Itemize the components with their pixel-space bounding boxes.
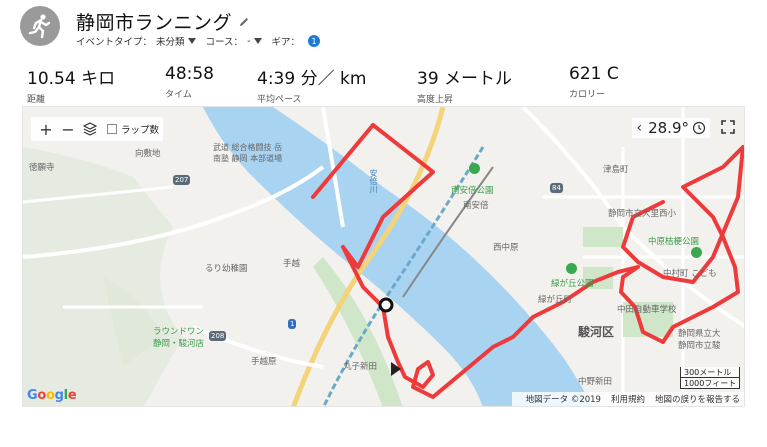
stat-elevation-gain: 39 メートル 高度上昇 xyxy=(417,69,513,105)
weather-widget[interactable]: ‹ 28.9° xyxy=(632,118,710,138)
map-label: 静岡市立大里西小 xyxy=(608,209,677,219)
running-activity-icon xyxy=(20,6,60,46)
map-label: 緑が丘公園 xyxy=(551,279,594,289)
map-scale: 300メートル 1000フィート xyxy=(680,367,740,389)
map-label: 中田自動車学校 xyxy=(617,305,677,315)
zoom-out-button[interactable]: − xyxy=(57,119,79,139)
stat-distance: 10.54 キロ 距離 xyxy=(27,69,116,105)
park-poi-icon xyxy=(469,163,480,174)
map-attribution: 地図データ ©2019 利用規約 地図の誤りを報告する xyxy=(511,392,744,406)
map-label: ラウンドワン 静岡・駿河店 xyxy=(153,327,205,349)
fullscreen-icon[interactable] xyxy=(720,119,736,135)
lap-toggle[interactable]: ラップ数 xyxy=(107,122,159,136)
chevron-left-icon[interactable]: ‹ xyxy=(636,120,642,136)
park-poi-icon xyxy=(566,263,577,274)
map-label: 丸子新田 xyxy=(343,362,378,372)
map-label: 安倍川 xyxy=(369,169,378,193)
map-label: 南安倍公園 xyxy=(451,186,494,196)
map-label: 手越 xyxy=(283,259,301,269)
gear-count-badge: 1 xyxy=(308,35,321,47)
map-label: 中原桔梗公園 xyxy=(648,237,700,247)
edit-pencil-icon[interactable] xyxy=(238,16,250,28)
park-poi-icon xyxy=(691,247,702,258)
route-line xyxy=(311,123,744,399)
map-label: 静岡市立駿 xyxy=(678,341,721,351)
google-logo: Google xyxy=(27,388,77,403)
map-controls: + − ラップ数 xyxy=(31,117,164,141)
route-shield: 84 xyxy=(550,183,563,193)
chevron-down-icon xyxy=(253,38,262,44)
activity-title: 静岡市ランニング xyxy=(76,12,233,34)
map-label: 手越原 xyxy=(251,357,277,367)
terms-link[interactable]: 利用規約 xyxy=(611,393,645,405)
temperature-value: 28.9° xyxy=(648,119,689,137)
stat-calories: 621 C カロリー xyxy=(569,64,619,100)
map-label: 静岡県立大 xyxy=(678,329,721,339)
activity-header: 静岡市ランニング イベントタイプ： 未分類 コース： - ギア： 1 xyxy=(20,6,760,56)
route-map[interactable]: 向敷地 徳願寺 るり幼稚園 ラウンドワン 静岡・駿河店 武道 総合格闘技 岳 南… xyxy=(22,106,745,407)
route-shield: 207 xyxy=(173,175,191,185)
layers-icon[interactable] xyxy=(79,119,101,139)
stat-time: 48:58 タイム xyxy=(165,64,214,100)
map-label: 中野新田 xyxy=(578,377,613,387)
route-shield: 1 xyxy=(288,319,297,329)
gear-selector[interactable]: ギア： 1 xyxy=(272,34,321,48)
stats-bar: 10.54 キロ 距離 48:58 タイム 4:39 分／ km 平均ペース 3… xyxy=(27,64,747,105)
event-type-dropdown[interactable]: イベントタイプ： 未分類 xyxy=(76,34,196,48)
stat-avg-pace: 4:39 分／ km 平均ペース xyxy=(257,69,367,105)
map-label: 南安倍 xyxy=(463,201,489,211)
start-marker xyxy=(378,297,394,313)
chevron-down-icon xyxy=(187,38,196,44)
activity-meta: イベントタイプ： 未分類 コース： - ギア： 1 xyxy=(76,34,330,48)
course-dropdown[interactable]: コース： - xyxy=(206,34,262,48)
zoom-in-button[interactable]: + xyxy=(35,119,57,139)
lap-checkbox[interactable] xyxy=(107,124,117,134)
map-label: るり幼稚園 xyxy=(205,264,248,274)
ward-label: 駿河区 xyxy=(578,325,615,339)
map-label: 緑が丘町 xyxy=(538,295,573,305)
map-label: 中村町 こども xyxy=(663,269,717,279)
map-data-credit: 地図データ ©2019 xyxy=(525,395,601,405)
route-shield: 208 xyxy=(209,331,227,341)
map-label: 向敷地 xyxy=(135,149,161,159)
map-label: 武道 総合格闘技 岳 南塾 静岡 本部道場 xyxy=(213,143,283,163)
map-label: 津島町 xyxy=(603,165,629,175)
map-label: 西中原 xyxy=(493,243,519,253)
map-label: 徳願寺 xyxy=(29,163,55,173)
report-error-link[interactable]: 地図の誤りを報告する xyxy=(655,393,740,405)
clock-icon xyxy=(692,121,706,135)
